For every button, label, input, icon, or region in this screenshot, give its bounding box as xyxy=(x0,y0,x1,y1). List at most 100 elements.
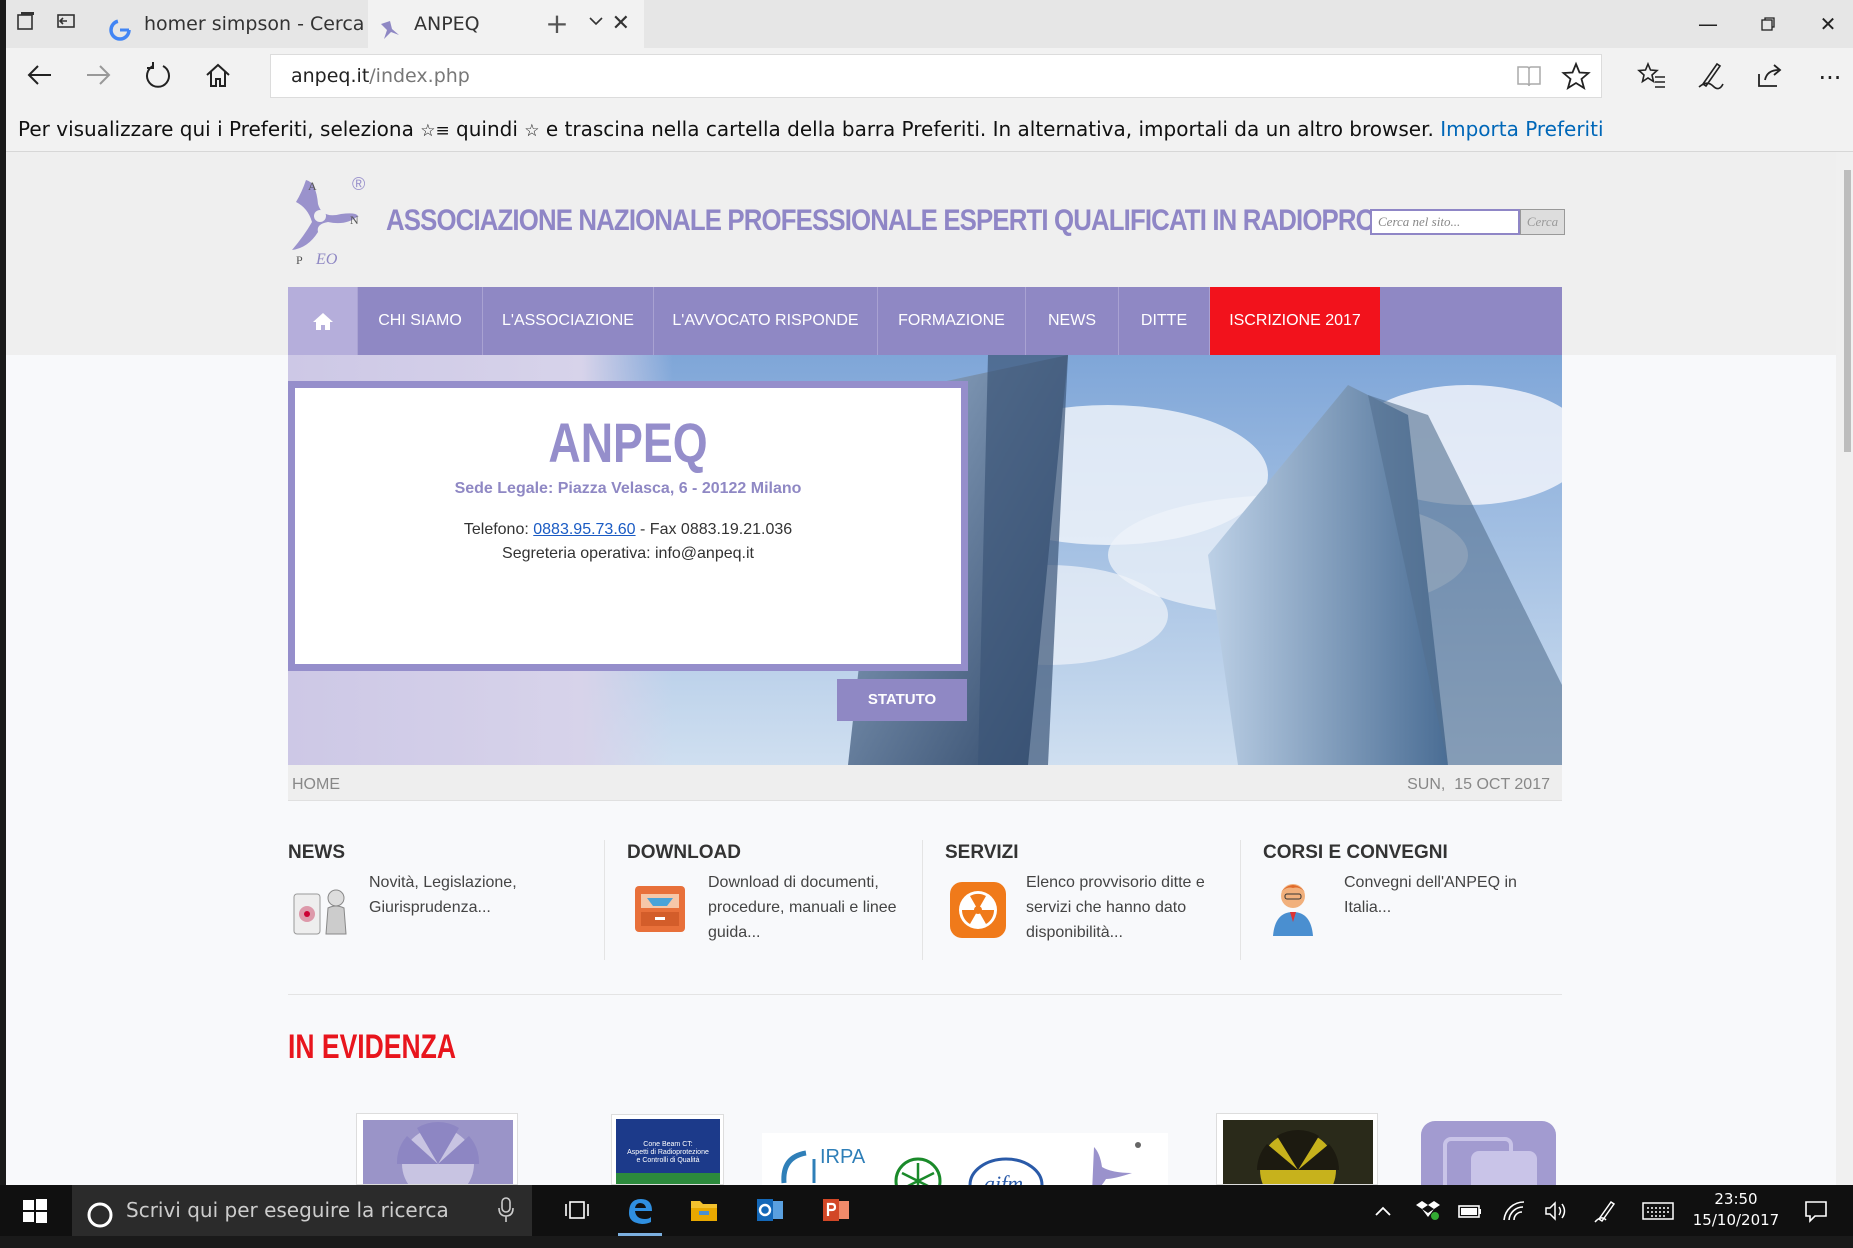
cortana-icon xyxy=(86,1197,114,1228)
powerpoint-icon[interactable] xyxy=(814,1185,858,1236)
chevron-down-icon[interactable] xyxy=(582,10,610,38)
show-tabs-aside-icon[interactable] xyxy=(52,10,80,38)
action-center-icon[interactable] xyxy=(1796,1185,1836,1236)
divider xyxy=(1240,840,1241,960)
current-date: SUN, 15 OCT 2017 xyxy=(1407,776,1550,793)
microphone-icon[interactable] xyxy=(498,1185,514,1242)
breadcrumb-bar: HOME SUN, 15 OCT 2017 xyxy=(288,765,1562,801)
tab-bar: homer simpson - Cerca con ANPEQ ✕ + — ✕ xyxy=(6,0,1853,48)
address-row: anpeq.it/index.php ··· xyxy=(6,48,1853,106)
book-title-line2: Aspetti di Radioprotezione xyxy=(627,1149,709,1156)
speaker-person-icon xyxy=(1263,876,1329,942)
section-title: NEWS xyxy=(288,842,345,863)
section-title: DOWNLOAD xyxy=(627,842,741,863)
url-text[interactable]: anpeq.it/index.php xyxy=(291,55,470,97)
download-cabinet-icon xyxy=(627,876,693,942)
anpeq-logo[interactable]: A N P EQ ® xyxy=(286,174,376,268)
volume-icon[interactable] xyxy=(1540,1185,1572,1236)
scrollbar-thumb[interactable] xyxy=(1844,170,1851,452)
fax-text: - Fax 0883.19.21.036 xyxy=(640,521,793,538)
reading-view-icon[interactable] xyxy=(1515,63,1545,91)
anpeq-logo-icon xyxy=(378,12,402,39)
evidenza-item-partners[interactable]: IRPA aifm xyxy=(762,1133,1168,1185)
section-download[interactable]: DOWNLOAD Download di documenti, procedur… xyxy=(627,842,927,962)
menu-ditte[interactable]: DITTE xyxy=(1119,287,1210,355)
main-menu: CHI SIAMO L'ASSOCIAZIONE L'AVVOCATO RISP… xyxy=(288,287,1562,355)
evidenza-item-gallery[interactable] xyxy=(1421,1121,1556,1185)
home-icon[interactable] xyxy=(200,60,236,96)
section-corsi-convegni[interactable]: CORSI E CONVEGNI Convegni dell'ANPEQ in … xyxy=(1263,842,1563,962)
favorite-star-icon[interactable] xyxy=(1561,61,1591,91)
outlook-icon[interactable] xyxy=(748,1185,792,1236)
favorites-hub-icon[interactable] xyxy=(1634,60,1670,96)
section-news[interactable]: NEWS Novità, Legislazione, Giurisprudenz… xyxy=(288,842,588,962)
browser-chrome: homer simpson - Cerca con ANPEQ ✕ + — ✕ xyxy=(6,0,1853,152)
section-text: Novità, Legislazione, Giurisprudenza... xyxy=(369,874,517,916)
book-title-line1: Cone Beam CT: xyxy=(643,1141,693,1148)
secretary-email: Segreteria operativa: info@anpeq.it xyxy=(502,545,754,562)
more-icon[interactable]: ··· xyxy=(1812,60,1848,96)
section-text: Elenco provvisorio ditte e servizi che h… xyxy=(1026,874,1205,941)
set-aside-tabs-icon[interactable] xyxy=(12,10,40,38)
import-favorites-link[interactable]: Importa Preferiti xyxy=(1440,117,1603,141)
logo-letter-n: N xyxy=(350,213,359,227)
phone-link[interactable]: 0883.95.73.60 xyxy=(533,521,635,538)
registered-mark: ® xyxy=(352,174,365,194)
windows-start-icon[interactable] xyxy=(22,1198,48,1224)
site-search-input[interactable]: Cerca nel sito... xyxy=(1370,209,1520,235)
forward-icon[interactable] xyxy=(80,60,116,96)
statuto-button[interactable]: STATUTO xyxy=(837,679,967,721)
refresh-icon[interactable] xyxy=(140,60,176,96)
clock-time: 23:50 xyxy=(1714,1190,1758,1208)
menu-avvocato-risponde[interactable]: L'AVVOCATO RISPONDE xyxy=(654,287,878,355)
menu-associazione[interactable]: L'ASSOCIAZIONE xyxy=(483,287,654,355)
evidenza-item-book[interactable]: Cone Beam CT: Aspetti di Radioprotezione… xyxy=(611,1114,724,1185)
windows-ink-icon[interactable] xyxy=(1590,1185,1622,1236)
address-bar[interactable]: anpeq.it/index.php xyxy=(270,54,1602,98)
restore-icon[interactable] xyxy=(1738,0,1798,48)
new-tab-icon[interactable]: + xyxy=(543,10,571,38)
taskbar-clock[interactable]: 23:50 15/10/2017 xyxy=(1688,1189,1784,1233)
section-servizi[interactable]: SERVIZI Elenco provvisorio ditte e servi… xyxy=(945,842,1245,962)
evidenza-item-radiation[interactable] xyxy=(356,1113,518,1185)
evidenza-item-radioactive[interactable] xyxy=(1216,1113,1378,1185)
pen-notes-icon[interactable] xyxy=(1692,60,1728,96)
home-icon xyxy=(312,313,333,330)
site-title[interactable]: ASSOCIAZIONE NAZIONALE PROFESSIONALE ESP… xyxy=(386,204,1482,238)
menu-home[interactable] xyxy=(288,287,358,355)
tab-google-search[interactable]: homer simpson - Cerca con xyxy=(98,0,405,48)
show-hidden-icons-chevron-icon[interactable] xyxy=(1368,1185,1398,1236)
edge-icon[interactable] xyxy=(618,1185,662,1236)
site-search-button[interactable]: Cerca xyxy=(1520,209,1565,235)
menu-chi-siamo[interactable]: CHI SIAMO xyxy=(358,287,483,355)
file-explorer-icon[interactable] xyxy=(682,1185,726,1236)
touch-keyboard-icon[interactable] xyxy=(1640,1185,1676,1236)
task-view-icon[interactable] xyxy=(555,1185,599,1236)
divider xyxy=(604,840,605,960)
taskbar-search-box[interactable]: Scrivi qui per eseguire la ricerca xyxy=(72,1185,532,1236)
section-title: SERVIZI xyxy=(945,842,1019,863)
back-icon[interactable] xyxy=(22,60,58,96)
menu-formazione[interactable]: FORMAZIONE xyxy=(878,287,1026,355)
minimize-icon[interactable]: — xyxy=(1678,0,1738,48)
news-radiation-figure-icon xyxy=(288,876,354,942)
info-box-title: ANPEQ xyxy=(548,411,708,474)
tab-title: ANPEQ xyxy=(414,13,480,35)
wifi-icon[interactable] xyxy=(1498,1185,1530,1236)
airpa-logo-text: IRPA xyxy=(820,1146,866,1168)
web-page: A N P EQ ® ASSOCIAZIONE NAZIONALE PROFES… xyxy=(6,152,1853,1185)
section-text: Convegni dell'ANPEQ in Italia... xyxy=(1344,874,1517,916)
menu-news[interactable]: NEWS xyxy=(1026,287,1119,355)
share-icon[interactable] xyxy=(1752,60,1788,96)
clock-date: 15/10/2017 xyxy=(1692,1211,1780,1229)
close-window-icon[interactable]: ✕ xyxy=(1798,0,1853,48)
section-divider xyxy=(288,994,1562,995)
anpeq-info-box: ANPEQ Sede Legale: Piazza Velasca, 6 - 2… xyxy=(288,381,968,671)
close-tab-icon[interactable]: ✕ xyxy=(612,0,630,48)
battery-icon[interactable] xyxy=(1454,1185,1486,1236)
favorites-hint-3: e trascina nella cartella della barra Pr… xyxy=(545,117,1434,141)
dropbox-icon[interactable] xyxy=(1412,1185,1444,1236)
breadcrumb-home[interactable]: HOME xyxy=(292,765,340,805)
menu-iscrizione[interactable]: ISCRIZIONE 2017 xyxy=(1210,287,1380,355)
aifm-logo-text: aifm xyxy=(984,1171,1023,1185)
